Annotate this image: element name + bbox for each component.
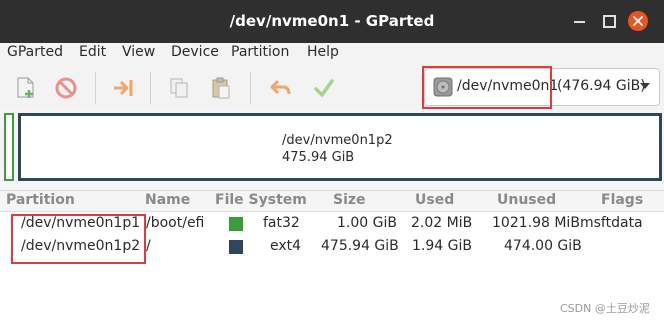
col-flags[interactable]: Flags — [601, 192, 643, 208]
device-highlight-box — [422, 66, 552, 109]
minimize-button[interactable] — [571, 12, 589, 30]
paste-button[interactable] — [209, 76, 233, 100]
used-cell: 2.02 MiB — [411, 215, 473, 231]
maximize-icon — [603, 15, 616, 28]
apply-button[interactable] — [312, 76, 336, 100]
graph-partition-size: 475.94 GiB — [282, 150, 355, 165]
used-cell: 1.94 GiB — [412, 238, 472, 254]
filesystem-cell: fat32 — [263, 215, 300, 231]
size-cell: 1.00 GiB — [337, 215, 397, 231]
delete-icon — [55, 77, 77, 99]
window-title: /dev/nvme0n1 - GParted — [229, 12, 435, 30]
col-used[interactable]: Used — [415, 192, 454, 208]
flags-cell: msftdata — [580, 215, 643, 231]
graph-partition-name: /dev/nvme0n1p2 — [282, 133, 393, 148]
unused-cell: 474.00 GiB — [504, 238, 582, 254]
filesystem-color-swatch — [229, 217, 243, 231]
menu-partition[interactable]: Partition — [231, 44, 289, 60]
watermark: CSDN @土豆炒泥 — [560, 302, 650, 315]
chevron-down-icon — [640, 83, 650, 89]
table-header: Partition Name File System Size Used Unu… — [0, 190, 664, 212]
partition-rows-highlight-box — [11, 214, 146, 264]
graph-partition-root[interactable]: /dev/nvme0n1p2 475.94 GiB — [18, 113, 662, 181]
menu-help[interactable]: Help — [307, 44, 339, 60]
filesystem-cell: ext4 — [270, 238, 302, 254]
toolbar-separator — [95, 72, 96, 104]
menu-gparted[interactable]: GParted — [7, 44, 63, 60]
copy-icon — [170, 78, 188, 98]
col-name[interactable]: Name — [145, 192, 190, 208]
resize-move-button[interactable] — [111, 76, 135, 100]
graph-partition-efi[interactable] — [4, 113, 14, 181]
delete-button[interactable] — [54, 76, 78, 100]
close-button[interactable] — [628, 11, 648, 31]
menu-edit[interactable]: Edit — [79, 44, 106, 60]
undo-icon — [270, 79, 291, 95]
resize-move-icon — [114, 80, 133, 96]
unused-cell: 1021.98 MiB — [492, 215, 580, 231]
toolbar-separator — [150, 72, 151, 104]
name-cell: /boot/efi — [146, 215, 205, 231]
menu-view[interactable]: View — [122, 44, 155, 60]
new-icon — [17, 77, 34, 98]
close-icon — [633, 16, 643, 26]
size-cell: 475.94 GiB — [321, 238, 399, 254]
device-size: (476.94 GiB) — [557, 78, 646, 94]
copy-button[interactable] — [167, 76, 191, 100]
minimize-icon — [574, 21, 585, 23]
col-size[interactable]: Size — [333, 192, 366, 208]
col-partition[interactable]: Partition — [6, 192, 75, 208]
apply-icon — [314, 79, 334, 97]
menu-device[interactable]: Device — [171, 44, 219, 60]
new-button[interactable] — [14, 76, 38, 100]
undo-button[interactable] — [269, 76, 293, 100]
menu-bar: GParted Edit View Device Partition Help — [0, 43, 664, 64]
toolbar-separator — [250, 72, 251, 104]
name-cell: / — [146, 238, 151, 254]
col-filesystem[interactable]: File System — [215, 192, 307, 208]
maximize-button[interactable] — [600, 12, 618, 30]
paste-icon — [212, 77, 230, 99]
col-unused[interactable]: Unused — [497, 192, 556, 208]
title-bar: /dev/nvme0n1 - GParted — [0, 0, 664, 43]
filesystem-color-swatch — [229, 240, 243, 254]
